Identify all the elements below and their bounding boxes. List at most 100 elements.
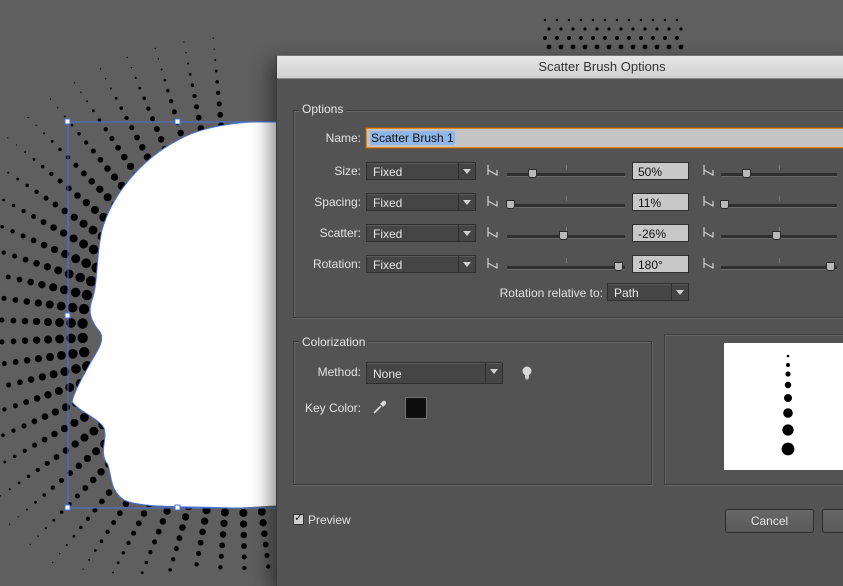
halftone-dot xyxy=(214,58,217,62)
halftone-dot xyxy=(192,93,197,99)
halftone-dot xyxy=(17,516,19,518)
halftone-dot xyxy=(26,474,31,479)
halftone-dot xyxy=(52,201,59,208)
spacing-slider-thumb[interactable] xyxy=(506,200,516,209)
halftone-dot xyxy=(187,62,190,65)
size-mode-dropdown[interactable]: Fixed xyxy=(366,162,476,180)
halftone-dot xyxy=(559,27,563,31)
size-slider-track[interactable] xyxy=(507,173,625,177)
halftone-dot xyxy=(32,336,41,344)
dialog-titlebar: Scatter Brush Options xyxy=(277,56,843,79)
halftone-dot xyxy=(116,510,123,517)
name-field-value: Scatter Brush 1 xyxy=(370,131,455,145)
halftone-dot xyxy=(135,520,142,527)
halftone-dot xyxy=(215,80,219,84)
size-max-slider-track[interactable] xyxy=(721,173,837,177)
rotation-value-field[interactable]: 180° xyxy=(632,255,689,273)
halftone-dot xyxy=(21,317,29,325)
halftone-dot xyxy=(43,317,53,327)
rotation-mode-value: Fixed xyxy=(373,258,403,272)
dialog-title: Scatter Brush Options xyxy=(538,59,666,74)
halftone-dot xyxy=(71,364,81,374)
rotation-mode-dropdown[interactable]: Fixed xyxy=(366,255,476,273)
halftone-dot xyxy=(88,244,99,255)
size-value-field[interactable]: 50% xyxy=(632,162,689,180)
spacing-max-slider-thumb[interactable] xyxy=(720,200,730,209)
halftone-dot xyxy=(24,151,27,154)
halftone-dot xyxy=(57,107,59,109)
chevron-down-icon xyxy=(458,256,475,272)
halftone-dot xyxy=(77,318,88,329)
eyedropper-icon[interactable] xyxy=(372,399,388,415)
halftone-dot xyxy=(639,18,643,22)
halftone-dot xyxy=(37,535,39,537)
halftone-dot xyxy=(239,520,248,528)
halftone-dot xyxy=(72,534,76,538)
name-field[interactable]: Scatter Brush 1 xyxy=(366,128,843,148)
size-label: Size: xyxy=(334,164,361,178)
ok-button[interactable] xyxy=(822,509,843,533)
halftone-dot xyxy=(17,481,21,485)
spacing-max-slider-track[interactable] xyxy=(721,204,837,208)
halftone-dot xyxy=(134,76,137,79)
halftone-dot xyxy=(22,448,27,453)
halftone-dot xyxy=(75,272,86,283)
halftone-dot xyxy=(663,36,667,40)
halftone-dot xyxy=(618,44,624,50)
chevron-down-icon xyxy=(458,225,475,241)
halftone-dot xyxy=(22,256,29,263)
halftone-dot xyxy=(41,436,48,443)
halftone-dot xyxy=(675,18,679,22)
halftone-dot xyxy=(1,295,7,301)
lightbulb-icon[interactable] xyxy=(521,365,533,381)
scatter-mode-dropdown[interactable]: Fixed xyxy=(366,224,476,242)
halftone-dot xyxy=(65,185,72,192)
slider-tick xyxy=(779,196,780,201)
halftone-dot xyxy=(10,229,15,234)
cancel-button[interactable]: Cancel xyxy=(725,509,814,533)
halftone-dot xyxy=(579,36,583,40)
halftone-dot xyxy=(181,513,190,521)
scatter-value-field[interactable]: -26% xyxy=(632,224,689,242)
rotation-relative-value: Path xyxy=(614,286,639,300)
pressure-icon xyxy=(487,165,498,176)
halftone-dot xyxy=(67,348,78,359)
halftone-dot xyxy=(7,137,9,139)
preview-checkbox[interactable] xyxy=(293,511,304,525)
halftone-dot xyxy=(220,508,229,517)
halftone-dot xyxy=(56,301,66,311)
scatter-max-slider-thumb[interactable] xyxy=(771,231,781,240)
halftone-dot xyxy=(74,82,76,84)
size-slider-thumb[interactable] xyxy=(528,169,538,178)
rotation-slider-track[interactable] xyxy=(507,266,625,270)
halftone-dot xyxy=(176,535,183,542)
halftone-dot xyxy=(216,90,221,96)
halftone-dot xyxy=(51,430,58,438)
scatter-dots-preview xyxy=(781,354,795,456)
spacing-slider-track[interactable] xyxy=(507,204,625,208)
size-max-slider-thumb[interactable] xyxy=(741,169,751,178)
halftone-dot xyxy=(31,213,37,220)
halftone-dot xyxy=(194,104,200,110)
halftone-dot xyxy=(59,510,64,514)
halftone-dot xyxy=(50,224,57,231)
rotation-max-slider-track[interactable] xyxy=(721,266,837,270)
halftone-dot xyxy=(73,162,79,168)
halftone-dot xyxy=(630,44,636,50)
halftone-dot xyxy=(651,36,655,40)
rotation-max-slider-thumb[interactable] xyxy=(825,262,835,271)
rotation-relative-dropdown[interactable]: Path xyxy=(607,283,689,301)
spacing-value-field[interactable]: 11% xyxy=(632,193,689,211)
scatter-slider-thumb[interactable] xyxy=(558,231,568,240)
halftone-dot xyxy=(40,241,48,249)
method-dropdown[interactable]: None xyxy=(366,362,503,384)
key-color-swatch[interactable] xyxy=(405,397,427,419)
halftone-dot xyxy=(546,44,552,50)
halftone-dot xyxy=(77,132,81,136)
rotation-slider-thumb[interactable] xyxy=(613,262,623,271)
halftone-dot xyxy=(58,147,62,152)
halftone-dot xyxy=(196,551,202,557)
spacing-mode-dropdown[interactable]: Fixed xyxy=(366,193,476,211)
halftone-dot xyxy=(126,162,135,171)
halftone-dot xyxy=(81,258,92,269)
